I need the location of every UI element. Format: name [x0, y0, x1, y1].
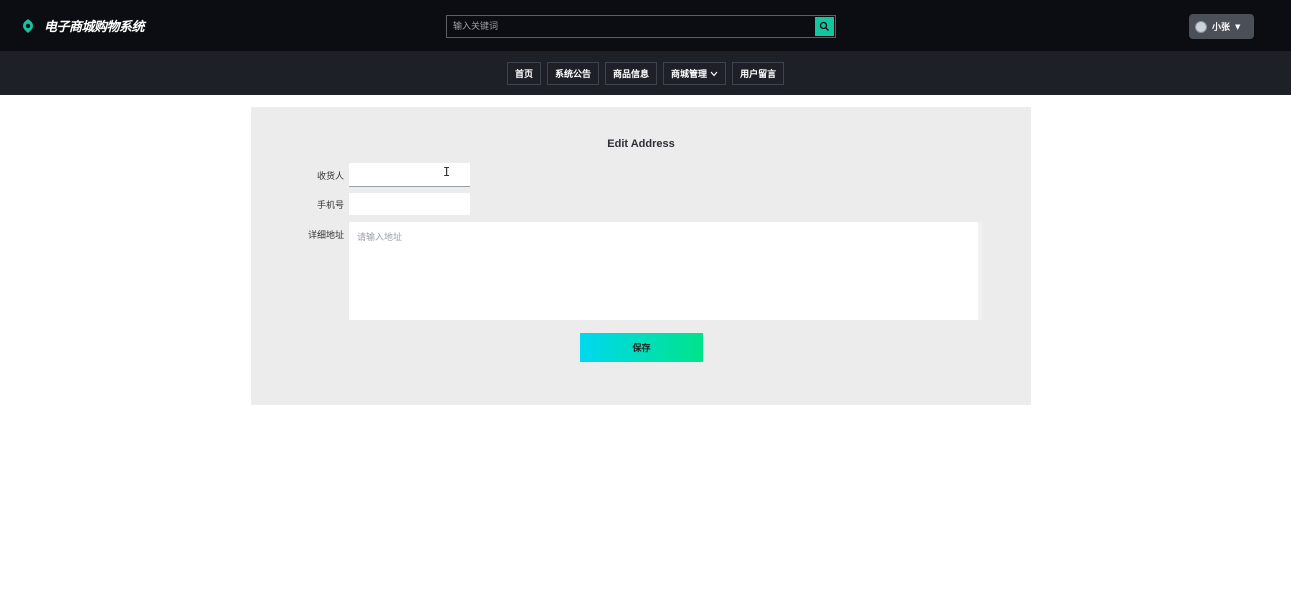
nav-item-products[interactable]: 商品信息 — [605, 62, 658, 85]
nav-item-label: 用户留言 — [740, 70, 777, 80]
page-title: Edit Address — [607, 138, 675, 150]
recipient-field[interactable] — [349, 163, 470, 187]
edit-address-panel: Edit Address 收货人 手机号 详细地址 保存 — [251, 107, 1031, 405]
app-logo[interactable]: 电子商城购物系统 — [20, 16, 145, 35]
save-button[interactable]: 保存 — [580, 333, 703, 362]
nav-item-home[interactable]: 首页 — [507, 62, 542, 85]
address-label: 详细地址 — [307, 231, 344, 241]
search-input[interactable] — [447, 16, 815, 37]
recipient-label: 收货人 — [316, 172, 344, 182]
user-name: 小张 — [1212, 23, 1231, 33]
address-textarea[interactable] — [349, 222, 982, 320]
search-bar — [446, 15, 836, 38]
top-header: 电子商城购物系统 小张 ▼ — [0, 0, 1291, 51]
nav-item-label: 系统公告 — [555, 70, 592, 80]
leaf-icon — [23, 18, 33, 33]
textarea-scrollbar[interactable] — [978, 222, 982, 320]
search-icon — [819, 21, 829, 31]
nav-item-label: 商品信息 — [613, 70, 650, 80]
phone-label: 手机号 — [316, 201, 344, 211]
phone-field[interactable] — [349, 193, 470, 215]
main-nav: 首页 系统公告 商品信息 商城管理 用户留言 — [0, 51, 1291, 95]
search-button[interactable] — [815, 17, 834, 36]
nav-item-label: 首页 — [515, 70, 534, 80]
nav-item-label: 商城管理 — [671, 70, 708, 80]
nav-item-announcements[interactable]: 系统公告 — [547, 62, 600, 85]
user-menu-button[interactable]: 小张 ▼ — [1189, 14, 1254, 39]
chevron-down-icon — [710, 71, 718, 76]
avatar-icon — [1195, 20, 1207, 33]
caret-down-icon: ▼ — [1235, 22, 1241, 31]
app-title: 电子商城购物系统 — [44, 20, 145, 35]
text-cursor-icon: I — [443, 165, 451, 179]
nav-item-messages[interactable]: 用户留言 — [732, 62, 785, 85]
nav-item-mall-management[interactable]: 商城管理 — [663, 62, 727, 85]
